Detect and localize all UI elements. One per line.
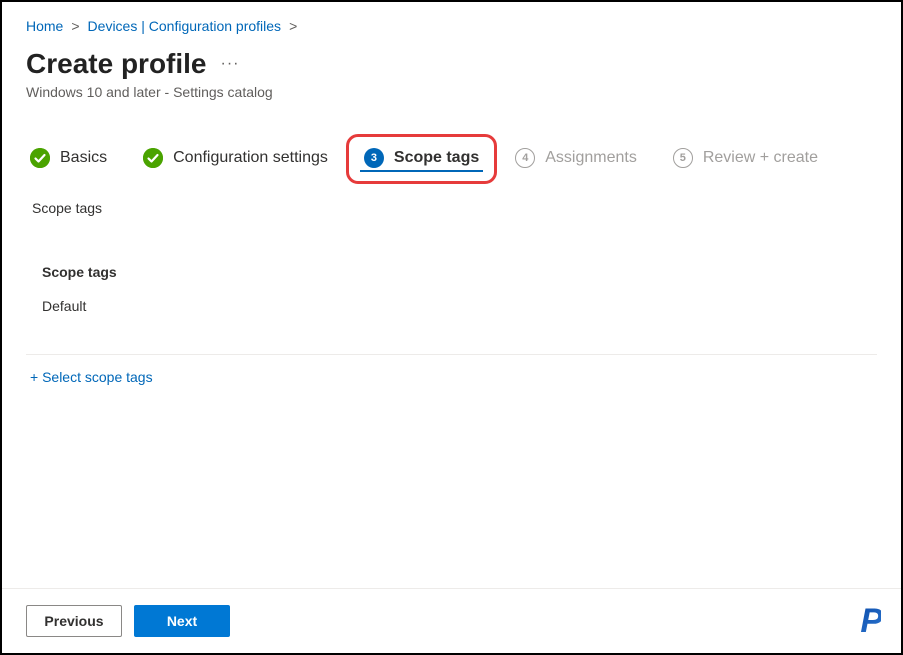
page-subtitle: Windows 10 and later - Settings catalog: [26, 84, 877, 100]
step-label: Review + create: [703, 149, 818, 167]
wizard-steps: Basics Configuration settings 3 Scope ta…: [26, 142, 877, 178]
more-icon[interactable]: ···: [221, 55, 240, 73]
select-scope-tags-link[interactable]: + Select scope tags: [30, 369, 877, 385]
divider: [26, 354, 877, 355]
page-title: Create profile: [26, 48, 207, 80]
step-label: Basics: [60, 149, 107, 167]
footer-bar: Previous Next P: [2, 588, 901, 653]
step-number-icon: 5: [673, 148, 693, 168]
previous-button[interactable]: Previous: [26, 605, 122, 637]
next-button[interactable]: Next: [134, 605, 230, 637]
check-icon: [143, 148, 163, 168]
step-number-icon: 4: [515, 148, 535, 168]
step-basics[interactable]: Basics: [26, 142, 111, 178]
step-assignments[interactable]: 4 Assignments: [511, 142, 641, 178]
step-review-create[interactable]: 5 Review + create: [669, 142, 822, 178]
step-scope-tags[interactable]: 3 Scope tags: [360, 142, 483, 178]
step-label: Assignments: [545, 149, 637, 167]
breadcrumb-home[interactable]: Home: [26, 18, 63, 34]
step-label: Scope tags: [394, 149, 479, 167]
brand-logo: P: [860, 602, 881, 641]
active-underline: [360, 170, 483, 172]
chevron-right-icon: >: [289, 18, 297, 34]
scope-tag-value: Default: [42, 298, 877, 314]
section-heading: Scope tags: [32, 200, 877, 216]
chevron-right-icon: >: [71, 18, 79, 34]
breadcrumb-devices[interactable]: Devices | Configuration profiles: [88, 18, 282, 34]
breadcrumb: Home > Devices | Configuration profiles …: [26, 18, 877, 34]
scope-tags-label: Scope tags: [42, 264, 877, 280]
step-label: Configuration settings: [173, 149, 328, 167]
step-number-icon: 3: [364, 148, 384, 168]
check-icon: [30, 148, 50, 168]
step-configuration-settings[interactable]: Configuration settings: [139, 142, 332, 178]
